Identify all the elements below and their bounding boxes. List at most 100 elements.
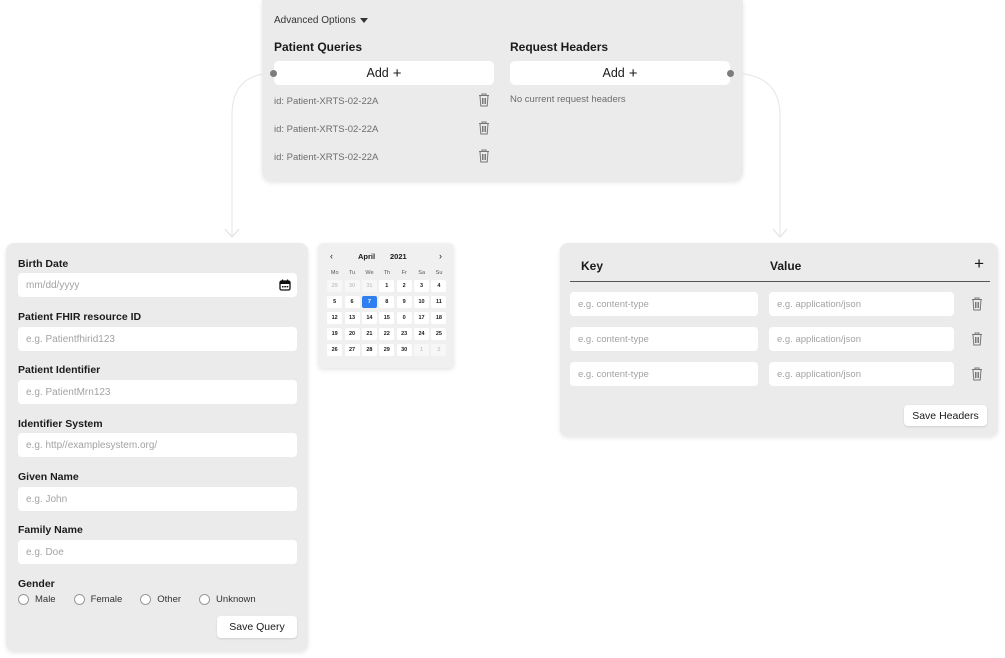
calendar-day[interactable]: 14 [361, 312, 377, 324]
fhir-id-input[interactable]: e.g. Patientfhirid123 [18, 327, 297, 351]
calendar-day[interactable]: 24 [414, 328, 430, 340]
add-header-button[interactable]: Add + [510, 61, 730, 85]
weekday-label: Su [435, 270, 443, 276]
calendar-day[interactable]: 28 [361, 344, 377, 356]
next-month-button[interactable]: › [439, 251, 442, 261]
header-divider [570, 281, 990, 282]
gender-option-female[interactable]: Female [73, 594, 123, 605]
add-query-button[interactable]: Add + [274, 61, 494, 85]
date-picker: ‹ › April 2021 Mo Tu We Th Fr Sa Su 29 30 31 1 2 3 4… [318, 243, 454, 368]
radio-button[interactable] [199, 594, 211, 605]
calendar-day[interactable]: 23 [396, 328, 412, 340]
calendar-day[interactable]: 15 [379, 312, 395, 324]
header-key-input[interactable]: e.g. content-type [570, 327, 758, 351]
birth-date-input[interactable]: mm/dd/yyyy [18, 273, 297, 297]
query-list-item: id: Patient-XRTS-02-22A [274, 121, 490, 135]
calendar-day[interactable]: 13 [344, 312, 360, 324]
calendar-day[interactable]: 22 [379, 328, 395, 340]
value-placeholder: e.g. application/json [777, 368, 861, 380]
calendar-day[interactable]: 30 [396, 344, 412, 356]
plus-icon: + [392, 64, 402, 82]
calendar-day[interactable]: 4 [431, 280, 447, 292]
connector-dot [727, 70, 734, 77]
given-name-label: Given Name [18, 471, 79, 483]
prev-month-button[interactable]: ‹ [330, 251, 333, 261]
trash-icon[interactable] [478, 121, 490, 135]
calendar-day[interactable]: 1 [379, 280, 395, 292]
calendar-day[interactable]: 18 [431, 312, 447, 324]
radio-button[interactable] [73, 594, 85, 605]
key-column-title: Key [581, 259, 604, 273]
calendar-day[interactable]: 7 [361, 296, 377, 308]
identifier-system-placeholder: e.g. http//examplesystem.org/ [26, 439, 158, 451]
calendar-day[interactable]: 10 [414, 296, 430, 308]
calendar-day[interactable]: 17 [414, 312, 430, 324]
calendar-day[interactable]: 29 [327, 280, 343, 292]
weekday-label: We [365, 270, 374, 276]
identifier-label: Patient Identifier [18, 364, 101, 376]
month-select[interactable]: April [358, 252, 375, 261]
calendar-day[interactable]: 27 [344, 344, 360, 356]
save-headers-button[interactable]: Save Headers [904, 405, 987, 426]
radio-button[interactable] [140, 594, 152, 605]
calendar-day[interactable]: 3 [414, 280, 430, 292]
header-value-input[interactable]: e.g. application/json [769, 292, 954, 316]
advanced-options-toggle[interactable]: Advanced Options [274, 15, 368, 26]
calendar-day[interactable]: 9 [396, 296, 412, 308]
trash-icon[interactable] [971, 332, 983, 346]
radio-button[interactable] [18, 594, 29, 605]
calendar-week: 29 30 31 1 2 3 4 [326, 280, 448, 292]
gender-option-label: Female [90, 594, 123, 605]
request-headers-title: Request Headers [510, 40, 609, 54]
calendar-day[interactable]: 25 [431, 328, 447, 340]
gender-option-label: Other [157, 594, 182, 605]
given-name-input[interactable]: e.g. John [18, 487, 297, 511]
calendar-day[interactable]: 29 [379, 344, 395, 356]
calendar-day[interactable]: 2 [431, 344, 447, 356]
calendar-day[interactable]: 6 [344, 296, 360, 308]
birth-date-placeholder: mm/dd/yyyy [26, 279, 80, 291]
calendar-weeks: 29 30 31 1 2 3 4 5 6 7 8 9 10 11 12 13 14 15 0 17 18 19 20 21 22… [326, 280, 448, 356]
calendar-day[interactable]: 0 [396, 312, 412, 324]
header-key-input[interactable]: e.g. content-type [570, 292, 758, 316]
calendar-day[interactable]: 8 [379, 296, 395, 308]
save-query-button[interactable]: Save Query [217, 616, 297, 638]
patient-query-form: Birth Date mm/dd/yyyy Patient FHIR resou… [6, 243, 308, 651]
calendar-day[interactable]: 2 [396, 280, 412, 292]
calendar-day[interactable]: 21 [361, 328, 377, 340]
calendar-day[interactable]: 5 [327, 296, 343, 308]
identifier-input[interactable]: e.g. PatientMrn123 [18, 380, 297, 404]
family-name-input[interactable]: e.g. Doe [18, 540, 297, 564]
weekday-label: Tu [348, 270, 356, 276]
key-placeholder: e.g. content-type [578, 368, 649, 380]
calendar-day[interactable]: 20 [344, 328, 360, 340]
family-name-label: Family Name [18, 524, 83, 536]
header-value-input[interactable]: e.g. application/json [769, 362, 954, 386]
header-key-input[interactable]: e.g. content-type [570, 362, 758, 386]
calendar-day[interactable]: 11 [431, 296, 447, 308]
add-query-label: Add [366, 66, 389, 80]
year-select[interactable]: 2021 [390, 252, 407, 261]
add-header-row-button[interactable]: + [974, 254, 984, 274]
gender-option-other[interactable]: Other [140, 594, 181, 605]
trash-icon[interactable] [971, 297, 983, 311]
birth-date-label: Birth Date [18, 258, 69, 270]
header-value-input[interactable]: e.g. application/json [769, 327, 954, 351]
trash-icon[interactable] [971, 367, 983, 381]
weekday-label: Mo [330, 270, 339, 276]
calendar-day[interactable]: 1 [414, 344, 430, 356]
calendar-day[interactable]: 19 [327, 328, 343, 340]
gender-option-unknown[interactable]: Unknown [199, 594, 256, 605]
calendar-icon[interactable] [279, 279, 291, 294]
trash-icon[interactable] [478, 93, 490, 107]
no-headers-text: No current request headers [510, 94, 626, 105]
calendar-day[interactable]: 30 [344, 280, 360, 292]
gender-option-male[interactable]: Male [18, 594, 56, 605]
identifier-system-input[interactable]: e.g. http//examplesystem.org/ [18, 433, 297, 457]
calendar-day[interactable]: 31 [361, 280, 377, 292]
gender-label: Gender [18, 578, 55, 590]
calendar-day[interactable]: 12 [327, 312, 343, 324]
query-id: id: Patient-XRTS-02-22A [274, 124, 379, 135]
calendar-day[interactable]: 26 [327, 344, 343, 356]
trash-icon[interactable] [478, 149, 490, 163]
